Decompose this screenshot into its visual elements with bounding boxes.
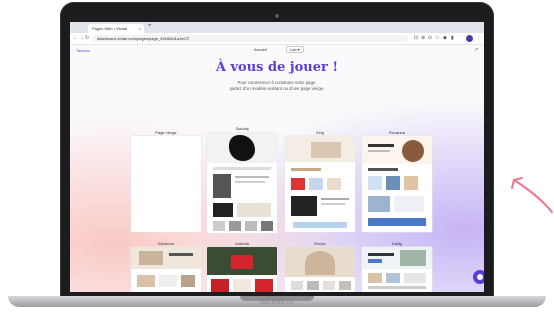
template-card-zelg[interactable] xyxy=(285,136,355,232)
sidebar-icon[interactable]: ▮ xyxy=(451,35,454,41)
template-label: Page vierge xyxy=(155,130,177,135)
back-arrow-icon[interactable]: ← xyxy=(73,35,78,41)
curved-arrow-icon xyxy=(511,177,553,213)
new-tab-button[interactable]: + xyxy=(148,23,152,29)
bookmark-star-icon[interactable]: ☆ xyxy=(435,35,439,41)
address-bar[interactable]: dashboard.vivlab.com/pages/page_33e0f4d1… xyxy=(92,35,408,42)
laptop-model-label: MacBook Air xyxy=(260,300,294,306)
close-tab-icon[interactable]: × xyxy=(139,24,141,33)
zoom-icon[interactable]: ⊕ xyxy=(421,35,425,41)
template-card-emryz[interactable] xyxy=(285,247,355,292)
template-label: Emryz xyxy=(314,241,326,246)
template-card-kallig[interactable] xyxy=(362,247,432,292)
workspace-selector[interactable]: Accueil xyxy=(254,47,267,52)
browser-toolbar: ← → ↻ dashboard.vivlab.com/pages/page_33… xyxy=(70,33,484,45)
template-card-eleonore[interactable] xyxy=(131,247,201,292)
browser-tab[interactable]: Pages Web • Vivlab × xyxy=(88,24,144,33)
tab-title: Pages Web • Vivlab xyxy=(92,26,128,31)
profile-avatar[interactable] xyxy=(466,35,473,42)
template-card-sokolaj[interactable] xyxy=(207,133,277,233)
extension-icon[interactable]: ◆ xyxy=(443,35,447,41)
page-subtitle-line1: Pour commencer à construire votre page, xyxy=(237,80,317,85)
page-subtitle-line2: partez d'un modèle existant ou d'une pag… xyxy=(229,86,325,91)
share-icon[interactable]: ⊙ xyxy=(428,35,432,41)
template-label: Andreia xyxy=(235,241,249,246)
template-picker-page: Tableau Accueil Lab ▾ ↗ À vous de jouer … xyxy=(70,45,484,292)
webcam xyxy=(275,14,279,18)
chat-bubble-icon[interactable] xyxy=(473,270,484,284)
template-label: Kallig xyxy=(392,241,402,246)
template-card-andreia[interactable] xyxy=(207,247,277,292)
install-icon[interactable]: ⊡ xyxy=(414,35,418,41)
back-link[interactable]: Tableau xyxy=(76,48,90,53)
forward-arrow-icon[interactable]: → xyxy=(79,35,84,41)
page-title: À vous de jouer ! xyxy=(215,60,339,75)
open-external-icon[interactable]: ↗ xyxy=(474,47,478,53)
browser-tab-bar: Pages Web • Vivlab × + xyxy=(70,22,484,39)
menu-kebab-icon[interactable]: ⋮ xyxy=(476,35,481,41)
template-label: Zelg xyxy=(316,130,324,135)
template-label: Roxanna xyxy=(388,130,405,135)
reload-icon[interactable]: ↻ xyxy=(85,35,89,41)
laptop-screen: Pages Web • Vivlab × + ← → ↻ dashboard.v… xyxy=(70,22,484,292)
template-card-roxanna[interactable] xyxy=(362,136,432,232)
template-card-blank[interactable] xyxy=(131,136,201,232)
language-select[interactable]: Lab ▾ xyxy=(286,46,304,53)
template-label: Eleonore xyxy=(157,241,174,246)
template-label: Sokolaj xyxy=(235,126,249,131)
